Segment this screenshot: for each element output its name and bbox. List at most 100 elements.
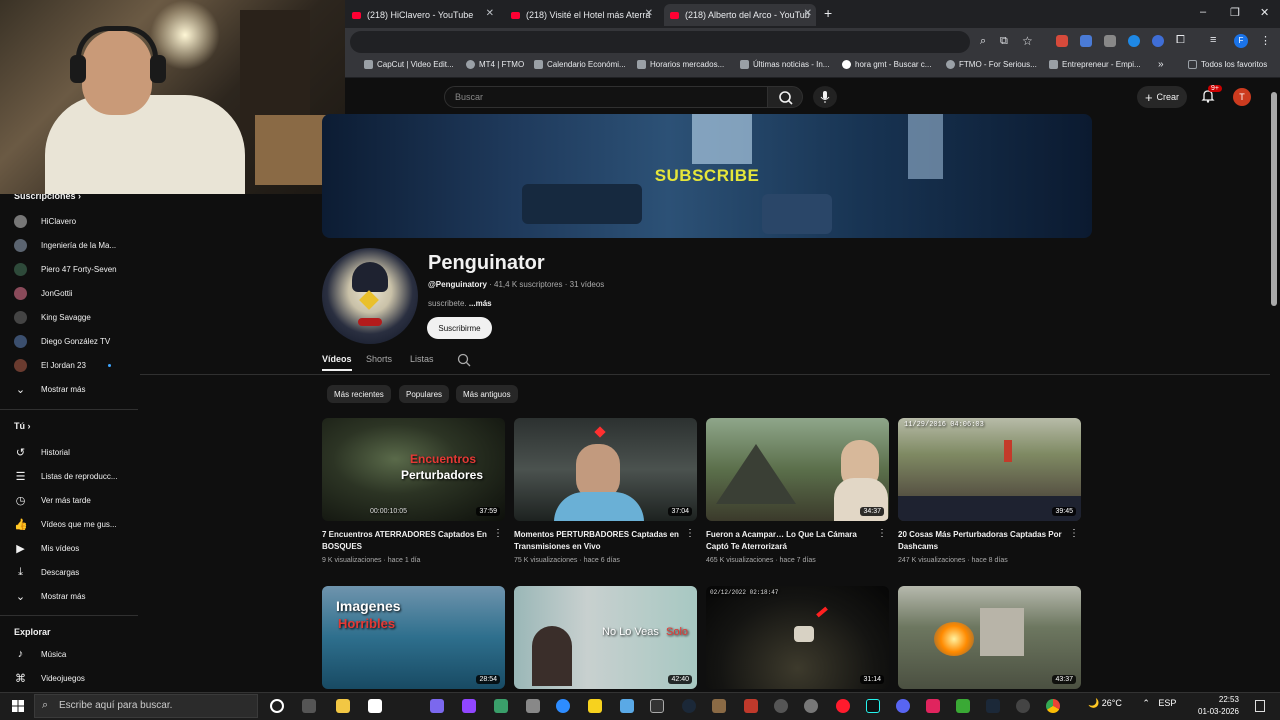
close-tab-icon[interactable]: ✕ xyxy=(645,8,653,19)
windows-start-icon[interactable] xyxy=(12,700,24,712)
app-icon[interactable] xyxy=(682,699,696,713)
sidebar-item-subscription[interactable]: Diego González TV xyxy=(14,335,110,348)
bookmark[interactable]: Horarios mercados... xyxy=(637,60,724,69)
app-icon[interactable] xyxy=(712,699,726,713)
browser-menu-icon[interactable]: ⋮ xyxy=(1260,34,1271,47)
you-header[interactable]: Tú › xyxy=(14,421,31,431)
opera-icon[interactable] xyxy=(836,699,850,713)
twitch-icon[interactable] xyxy=(462,699,476,713)
taskbar-clock[interactable]: 22:53 01-03-2026 xyxy=(1198,694,1239,718)
bookmark[interactable]: Calendario Económi... xyxy=(534,60,626,69)
sidebar-item-music[interactable]: ♪ Música xyxy=(14,648,67,660)
sidebar-item-liked-videos[interactable]: 👍 Vídeos que me gus... xyxy=(14,518,117,531)
taskbar-search-input[interactable]: ⌕ Escribe aquí para buscar. xyxy=(34,694,258,718)
close-tab-icon[interactable]: ✕ xyxy=(486,8,494,19)
all-bookmarks-folder[interactable]: Todos los favoritos xyxy=(1188,60,1267,69)
app-icon[interactable] xyxy=(526,699,540,713)
zoom-icon[interactable]: ⌕ xyxy=(980,35,986,48)
file-explorer-icon[interactable] xyxy=(336,699,350,713)
sidebar-item-gaming[interactable]: ⌘ Videojuegos xyxy=(14,672,85,685)
app-icon[interactable] xyxy=(430,699,444,713)
close-window-icon[interactable]: ✕ xyxy=(1260,6,1269,19)
bookmark[interactable]: CapCut | Video Edit... xyxy=(364,60,454,69)
browser-tab-active[interactable]: (218) Alberto del Arco - YouTub ✕ xyxy=(664,4,816,26)
bookmark[interactable]: Últimas noticias - In... xyxy=(740,60,829,69)
video-title[interactable]: 7 Encuentros ATERRADORES Captados En BOS… xyxy=(322,529,505,553)
extension-icon[interactable] xyxy=(1056,35,1068,47)
steam-icon[interactable] xyxy=(986,699,1000,713)
notepad-icon[interactable] xyxy=(368,699,382,713)
extension-icon[interactable] xyxy=(1128,35,1140,47)
create-button[interactable]: + Crear xyxy=(1137,86,1187,108)
sidebar-item-watch-later[interactable]: ◷ Ver más tarde xyxy=(14,494,91,507)
video-title[interactable]: Momentos PERTURBADORES Captadas en Trans… xyxy=(514,529,697,553)
minecraft-icon[interactable] xyxy=(956,699,970,713)
video-thumbnail[interactable]: 43:37 xyxy=(898,586,1081,689)
sidebar-item-history[interactable]: ↺ Historial xyxy=(14,446,70,459)
video-thumbnail[interactable]: 02/12/2022 02:18:47 31:14 xyxy=(706,586,889,689)
tiktok-icon[interactable] xyxy=(866,699,880,713)
video-card[interactable]: No Lo Veas Solo 42:40 xyxy=(514,586,697,689)
sidebar-item-downloads[interactable]: ⤓ Descargas xyxy=(14,566,79,579)
channel-description[interactable]: suscribete. ...más xyxy=(428,299,492,308)
video-card[interactable]: 11/29/2016 04:06:03 39:45 20 Cosas Más P… xyxy=(898,418,1081,564)
video-thumbnail[interactable]: 37:04 xyxy=(514,418,697,521)
video-thumbnail[interactable]: Encuentros Perturbadores 00:00:10:05 37:… xyxy=(322,418,505,521)
bookmark[interactable]: hora gmt - Buscar c... xyxy=(842,60,931,69)
more-link[interactable]: ...más xyxy=(469,299,492,308)
video-card[interactable]: 02/12/2022 02:18:47 31:14 xyxy=(706,586,889,689)
video-menu-icon[interactable]: ⋮ xyxy=(1069,528,1079,539)
chrome-icon[interactable] xyxy=(1046,699,1060,713)
address-bar[interactable] xyxy=(350,31,970,53)
minimize-icon[interactable]: – xyxy=(1200,6,1206,18)
video-card[interactable]: Imagenes Horribles 28:54 xyxy=(322,586,505,689)
bookmark[interactable]: MT4 | FTMO xyxy=(466,60,524,69)
task-view-icon[interactable] xyxy=(302,699,316,713)
video-card[interactable]: 37:04 Momentos PERTURBADORES Captadas en… xyxy=(514,418,697,564)
page-scrollbar[interactable] xyxy=(1271,92,1277,306)
video-thumbnail[interactable]: Imagenes Horribles 28:54 xyxy=(322,586,505,689)
subscribe-button[interactable]: Suscribirme xyxy=(427,317,492,339)
zoom-app-icon[interactable] xyxy=(556,699,570,713)
settings-icon[interactable] xyxy=(804,699,818,713)
search-button[interactable] xyxy=(767,86,803,108)
weather-temp[interactable]: 26°C xyxy=(1102,698,1122,708)
sidebar-item-subscription[interactable]: JonGottii xyxy=(14,287,73,300)
bookmark-star-icon[interactable]: ☆ xyxy=(1022,34,1033,48)
tab-shorts[interactable]: Shorts xyxy=(366,354,392,364)
app-icon[interactable] xyxy=(620,699,634,713)
profile-avatar[interactable]: F xyxy=(1234,34,1248,48)
video-card[interactable]: 34:37 Fueron a Acampar… Lo Que La Cámara… xyxy=(706,418,889,564)
bookmark[interactable]: Entrepreneur - Empi... xyxy=(1049,60,1141,69)
chip-recent[interactable]: Más recientes xyxy=(327,385,391,403)
app-icon[interactable] xyxy=(774,699,788,713)
extension-icon[interactable] xyxy=(1152,35,1164,47)
sidebar-item-playlists[interactable]: ☰ Listas de reproducc... xyxy=(14,470,118,483)
chip-oldest[interactable]: Más antiguos xyxy=(456,385,518,403)
video-thumbnail[interactable]: No Lo Veas Solo 42:40 xyxy=(514,586,697,689)
sidebar-item-subscription[interactable]: Piero 47 Forty-Seven xyxy=(14,263,117,276)
video-card[interactable]: 43:37 xyxy=(898,586,1081,689)
show-more-subscriptions[interactable]: ⌄ Mostrar más xyxy=(14,383,86,396)
video-menu-icon[interactable]: ⋮ xyxy=(685,528,695,539)
video-title[interactable]: Fueron a Acampar… Lo Que La Cámara Captó… xyxy=(706,529,889,553)
video-card[interactable]: Encuentros Perturbadores 00:00:10:05 37:… xyxy=(322,418,505,564)
close-tab-icon[interactable]: ✕ xyxy=(804,8,812,19)
show-more-you[interactable]: ⌄ Mostrar más xyxy=(14,590,86,603)
translate-extension-icon[interactable] xyxy=(1080,35,1092,47)
app-icon[interactable] xyxy=(744,699,758,713)
restore-icon[interactable]: ❐ xyxy=(1230,6,1240,19)
sticky-notes-icon[interactable] xyxy=(588,699,602,713)
chip-popular[interactable]: Populares xyxy=(399,385,450,403)
new-tab-button[interactable]: + xyxy=(824,5,832,21)
tab-lists[interactable]: Listas xyxy=(410,354,434,364)
sidebar-item-subscription[interactable]: King Savagge xyxy=(14,311,91,324)
extension-icon[interactable] xyxy=(1104,35,1116,47)
video-menu-icon[interactable]: ⋮ xyxy=(493,528,503,539)
sidebar-item-subscription[interactable]: El Jordan 23 xyxy=(14,359,111,372)
sidebar-item-subscription[interactable]: Ingeniería de la Ma... xyxy=(14,239,116,252)
puzzle-icon[interactable]: ⧠ xyxy=(1176,34,1185,47)
tab-videos[interactable]: Vídeos xyxy=(322,354,352,364)
video-menu-icon[interactable]: ⋮ xyxy=(877,528,887,539)
language-indicator[interactable]: ESP xyxy=(1158,698,1176,708)
